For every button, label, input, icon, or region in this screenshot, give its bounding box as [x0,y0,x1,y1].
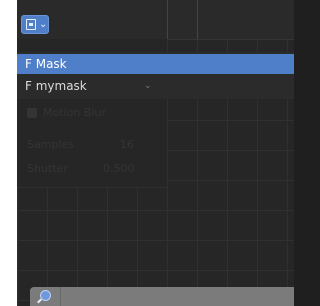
chevron-down-icon: ⌄ [144,81,152,91]
search-icon[interactable] [40,290,51,301]
menu-item-label: F mymask [25,79,87,93]
motion-blur-label: Motion Blur [43,106,106,119]
shutter-value[interactable]: 0.500 [103,162,135,175]
menu-item-label: F Mask [25,57,67,71]
header-bar [17,0,294,40]
samples-label: Samples [27,138,74,151]
left-edge [0,0,17,306]
motion-blur-checkbox[interactable] [27,108,37,118]
samples-value[interactable]: 16 [120,138,134,151]
divider [60,287,61,306]
chevron-down-icon: ⌄ [39,19,48,30]
grid-line [167,0,168,39]
mask-dropdown-menu: F Mask F mymask ⌄ [17,52,294,99]
image-editor-icon [26,19,36,30]
footer-bar [30,287,294,306]
shutter-label: Shutter [27,162,68,175]
grid-line [197,0,198,39]
editor-type-button[interactable]: ⌄ [21,15,49,34]
menu-item-mymask[interactable]: F mymask ⌄ [17,76,294,96]
menu-item-mask[interactable]: F Mask [17,54,294,74]
